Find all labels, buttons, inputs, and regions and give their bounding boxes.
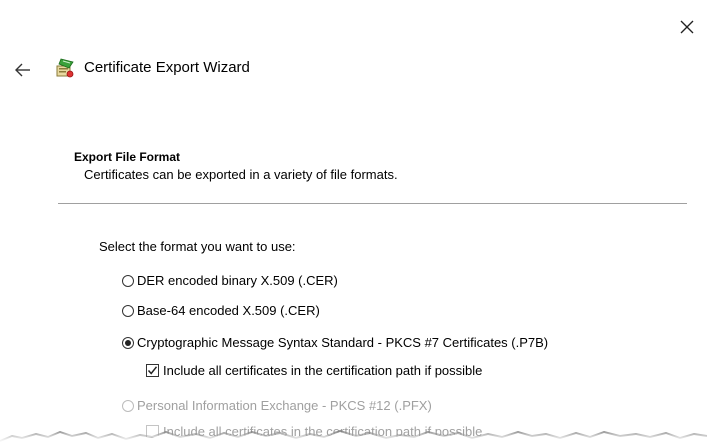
wizard-title: Certificate Export Wizard: [84, 59, 250, 76]
checkbox[interactable]: [146, 364, 159, 377]
checkbox-label: Include all certificates in the certific…: [163, 363, 483, 378]
torn-edge: [0, 430, 707, 445]
section-heading: Export File Format: [74, 150, 181, 164]
certificate-wizard-icon: [56, 58, 74, 78]
format-prompt: Select the format you want to use:: [99, 239, 296, 254]
section-description: Certificates can be exported in a variet…: [84, 167, 398, 182]
checkbox-p7b-include-path[interactable]: Include all certificates in the certific…: [146, 363, 482, 378]
checkmark-icon: [147, 366, 158, 375]
divider: [58, 203, 687, 204]
radio-label: Cryptographic Message Syntax Standard - …: [137, 335, 549, 350]
radio-button[interactable]: [122, 274, 134, 287]
radio-der-cer[interactable]: DER encoded binary X.509 (.CER): [122, 273, 338, 288]
radio-base64-cer[interactable]: Base-64 encoded X.509 (.CER): [122, 303, 320, 318]
radio-button-selected[interactable]: [122, 336, 134, 349]
back-button[interactable]: [10, 58, 36, 82]
radio-pkcs7-p7b[interactable]: Cryptographic Message Syntax Standard - …: [122, 335, 548, 350]
radio-label: DER encoded binary X.509 (.CER): [137, 273, 338, 288]
radio-button[interactable]: [122, 304, 134, 317]
back-arrow-icon: [15, 63, 30, 77]
close-icon: [680, 20, 694, 34]
radio-label: Base-64 encoded X.509 (.CER): [137, 303, 320, 318]
certificate-export-wizard-window: Certificate Export Wizard Export File Fo…: [0, 0, 707, 445]
close-button[interactable]: [672, 12, 702, 42]
